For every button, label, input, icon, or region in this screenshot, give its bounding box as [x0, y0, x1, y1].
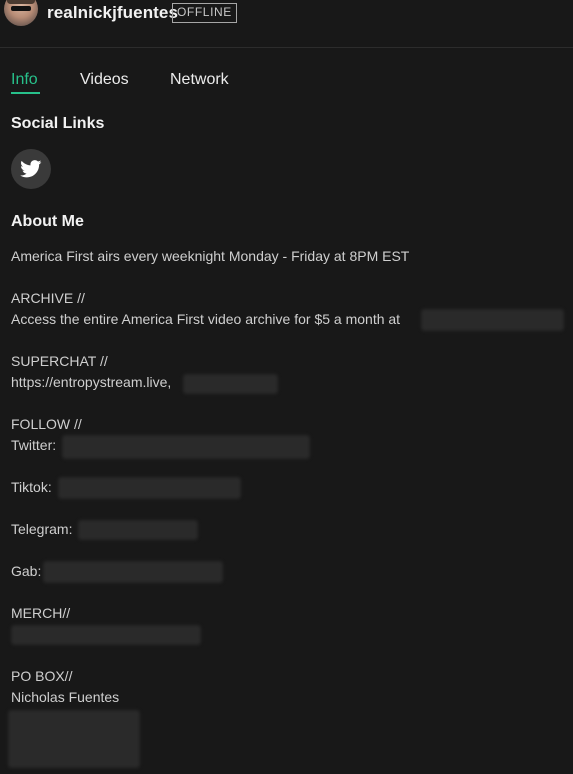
archive-label: ARCHIVE // — [11, 290, 85, 306]
redacted-archive-link — [421, 309, 564, 331]
avatar[interactable] — [4, 0, 38, 26]
redacted-gab-handle — [43, 561, 223, 583]
active-tab-indicator — [11, 92, 40, 94]
redacted-tiktok-handle — [58, 477, 241, 499]
redacted-twitter-handle — [62, 435, 310, 459]
tab-network[interactable]: Network — [170, 71, 229, 89]
about-intro: America First airs every weeknight Monda… — [11, 248, 410, 264]
redacted-superchat-path — [183, 374, 278, 394]
twitter-link-button[interactable] — [11, 149, 51, 189]
status-badge: OFFLINE — [172, 3, 237, 23]
social-links-heading: Social Links — [11, 115, 105, 132]
tab-info[interactable]: Info — [11, 71, 38, 89]
follow-label: FOLLOW // — [11, 416, 82, 432]
telegram-label: Telegram: — [11, 521, 73, 537]
channel-header: realnickjfuentes OFFLINE — [0, 0, 573, 48]
channel-name[interactable]: realnickjfuentes — [47, 3, 178, 23]
tab-videos[interactable]: Videos — [80, 71, 129, 89]
channel-page: realnickjfuentes OFFLINE Info Videos Net… — [0, 0, 573, 774]
gab-label: Gab: — [11, 563, 42, 579]
redacted-merch-link — [11, 625, 201, 645]
pobox-label: PO BOX// — [11, 668, 73, 684]
about-me-heading: About Me — [11, 213, 84, 230]
tiktok-label: Tiktok: — [11, 479, 52, 495]
superchat-label: SUPERCHAT // — [11, 353, 108, 369]
twitter-label: Twitter: — [11, 437, 57, 453]
superchat-link[interactable]: https://entropystream.live, — [11, 374, 171, 390]
merch-label: MERCH// — [11, 605, 71, 621]
archive-text: Access the entire America First video ar… — [11, 311, 401, 327]
redacted-pobox-address — [8, 710, 140, 768]
twitter-icon — [20, 160, 42, 178]
avatar-hair — [7, 0, 35, 4]
pobox-name: Nicholas Fuentes — [11, 689, 120, 705]
redacted-telegram-handle — [78, 520, 198, 540]
avatar-sunglasses — [11, 6, 31, 11]
